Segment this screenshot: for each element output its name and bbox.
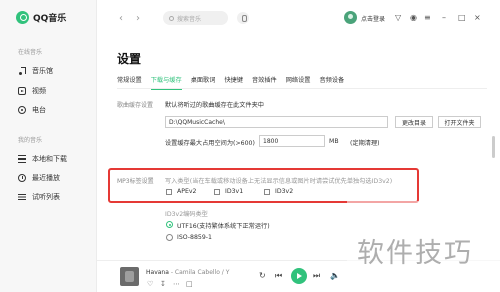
next-icon[interactable]: ⏭ bbox=[313, 271, 320, 281]
cache-path-field[interactable]: D:\QQMusicCache\ bbox=[165, 116, 388, 128]
song-title: Havana bbox=[146, 269, 169, 276]
change-dir-button[interactable]: 更改目录 bbox=[395, 116, 433, 128]
checkbox-apev2-label: APEv2 bbox=[177, 188, 197, 195]
sidebar: QQ音乐 在线音乐 音乐馆 视频 电台 我的音乐 本地和下载 最近播放 试听列表 bbox=[0, 0, 97, 292]
maximize-icon[interactable]: □ bbox=[458, 13, 466, 23]
tabs-divider bbox=[117, 88, 487, 89]
cache-description: 默认将听过的歌曲缓存在此文件夹中 bbox=[165, 102, 264, 109]
radio-utf16[interactable] bbox=[166, 221, 173, 228]
cache-unit: MB bbox=[329, 138, 339, 145]
radio-icon bbox=[18, 106, 26, 114]
download-icon[interactable]: ↧ bbox=[160, 280, 166, 288]
forward-arrow-icon[interactable]: › bbox=[136, 13, 140, 24]
mp3-tag-highlight bbox=[108, 168, 419, 203]
mp3-tag-description: 写入类型(当在车载或移动设备上无法显示信息或图片时请尝试优先单独勾选ID3v2) bbox=[165, 178, 393, 185]
more-icon[interactable]: ⋯ bbox=[173, 280, 180, 288]
radio-iso-8859-1[interactable] bbox=[166, 234, 173, 241]
sidebar-item-label: 视频 bbox=[32, 87, 46, 95]
music-note-icon bbox=[18, 67, 26, 75]
volume-icon[interactable]: 🔈 bbox=[330, 271, 340, 281]
sidebar-section-mine: 我的音乐 bbox=[18, 137, 43, 144]
search-icon bbox=[169, 15, 174, 21]
list-icon bbox=[18, 193, 26, 201]
now-playing[interactable]: Havana - Camila Cabello / Y bbox=[146, 269, 229, 276]
clock-icon bbox=[18, 174, 26, 182]
watermark-text: 软件技巧 bbox=[357, 238, 473, 269]
avatar[interactable] bbox=[344, 11, 357, 24]
back-arrow-icon[interactable]: ‹ bbox=[119, 13, 123, 24]
comment-icon[interactable]: □ bbox=[186, 280, 193, 288]
sidebar-item-label: 本地和下载 bbox=[32, 155, 67, 163]
checkbox-apev2[interactable] bbox=[166, 189, 172, 195]
watermark: 软件技巧 bbox=[347, 201, 500, 292]
login-link[interactable]: 点击登录 bbox=[361, 14, 385, 23]
menu-icon[interactable]: ≡ bbox=[424, 13, 431, 23]
checkbox-id3v1-label: ID3v1 bbox=[225, 188, 244, 195]
sidebar-section-online: 在线音乐 bbox=[18, 49, 43, 56]
sidebar-item-label: 音乐馆 bbox=[32, 67, 53, 75]
search-placeholder: 搜索音乐 bbox=[177, 15, 202, 23]
sidebar-item-video[interactable]: 视频 bbox=[18, 86, 46, 96]
scrollbar[interactable] bbox=[492, 136, 495, 158]
cache-settings-label: 歌曲缓存设置 bbox=[117, 102, 154, 109]
sidebar-item-music-hall[interactable]: 音乐馆 bbox=[18, 66, 53, 76]
checkbox-id3v2[interactable] bbox=[264, 189, 270, 195]
microphone-icon[interactable] bbox=[237, 12, 249, 24]
app-name: QQ音乐 bbox=[33, 14, 67, 24]
page-title: 设置 bbox=[117, 52, 142, 66]
radio-iso-8859-1-label: ISO-8859-1 bbox=[177, 234, 212, 241]
sidebar-item-label: 电台 bbox=[32, 106, 46, 114]
video-icon bbox=[18, 87, 26, 95]
search-input[interactable]: 搜索音乐 bbox=[163, 11, 228, 25]
close-icon[interactable]: × bbox=[474, 13, 481, 23]
cache-max-field[interactable]: 1800 bbox=[259, 135, 325, 147]
skin-icon[interactable]: ▽ bbox=[395, 13, 401, 23]
album-cover[interactable] bbox=[120, 267, 139, 286]
sidebar-item-radio[interactable]: 电台 bbox=[18, 105, 46, 115]
app-logo[interactable]: QQ音乐 bbox=[16, 11, 66, 24]
sidebar-item-trial-list[interactable]: 试听列表 bbox=[18, 192, 60, 202]
heart-icon[interactable]: ♡ bbox=[147, 280, 153, 288]
top-bar: ‹ › 搜索音乐 点击登录 ▽ ◉ ≡ – □ × bbox=[97, 0, 500, 36]
play-icon[interactable] bbox=[291, 268, 307, 284]
open-folder-button[interactable]: 打开文件夹 bbox=[438, 116, 481, 128]
sidebar-item-label: 试听列表 bbox=[32, 193, 60, 201]
encoding-label: ID3v2编码类型 bbox=[165, 211, 208, 218]
cache-max-label: 设置缓存最大占用空间为(>600) bbox=[165, 140, 255, 147]
sidebar-item-recent[interactable]: 最近播放 bbox=[18, 173, 60, 183]
settings-icon[interactable]: ◉ bbox=[410, 13, 417, 23]
radio-utf16-label: UTF16(支持繁体系统下正常运行) bbox=[177, 223, 270, 230]
sidebar-item-label: 最近播放 bbox=[32, 174, 60, 182]
download-list-icon bbox=[18, 155, 26, 163]
mp3-tag-label: MP3标签设置 bbox=[117, 178, 154, 185]
cache-clear-note: (定期清理) bbox=[350, 140, 380, 147]
loop-icon[interactable]: ↻ bbox=[259, 271, 266, 281]
minimize-icon[interactable]: – bbox=[442, 13, 446, 23]
checkbox-id3v1[interactable] bbox=[214, 189, 220, 195]
song-artist: - Camila Cabello / Y bbox=[168, 269, 230, 276]
checkbox-id3v2-label: ID3v2 bbox=[275, 188, 294, 195]
sidebar-item-local-download[interactable]: 本地和下载 bbox=[18, 154, 67, 164]
qq-music-logo-icon bbox=[16, 11, 29, 24]
prev-icon[interactable]: ⏮ bbox=[275, 271, 282, 281]
